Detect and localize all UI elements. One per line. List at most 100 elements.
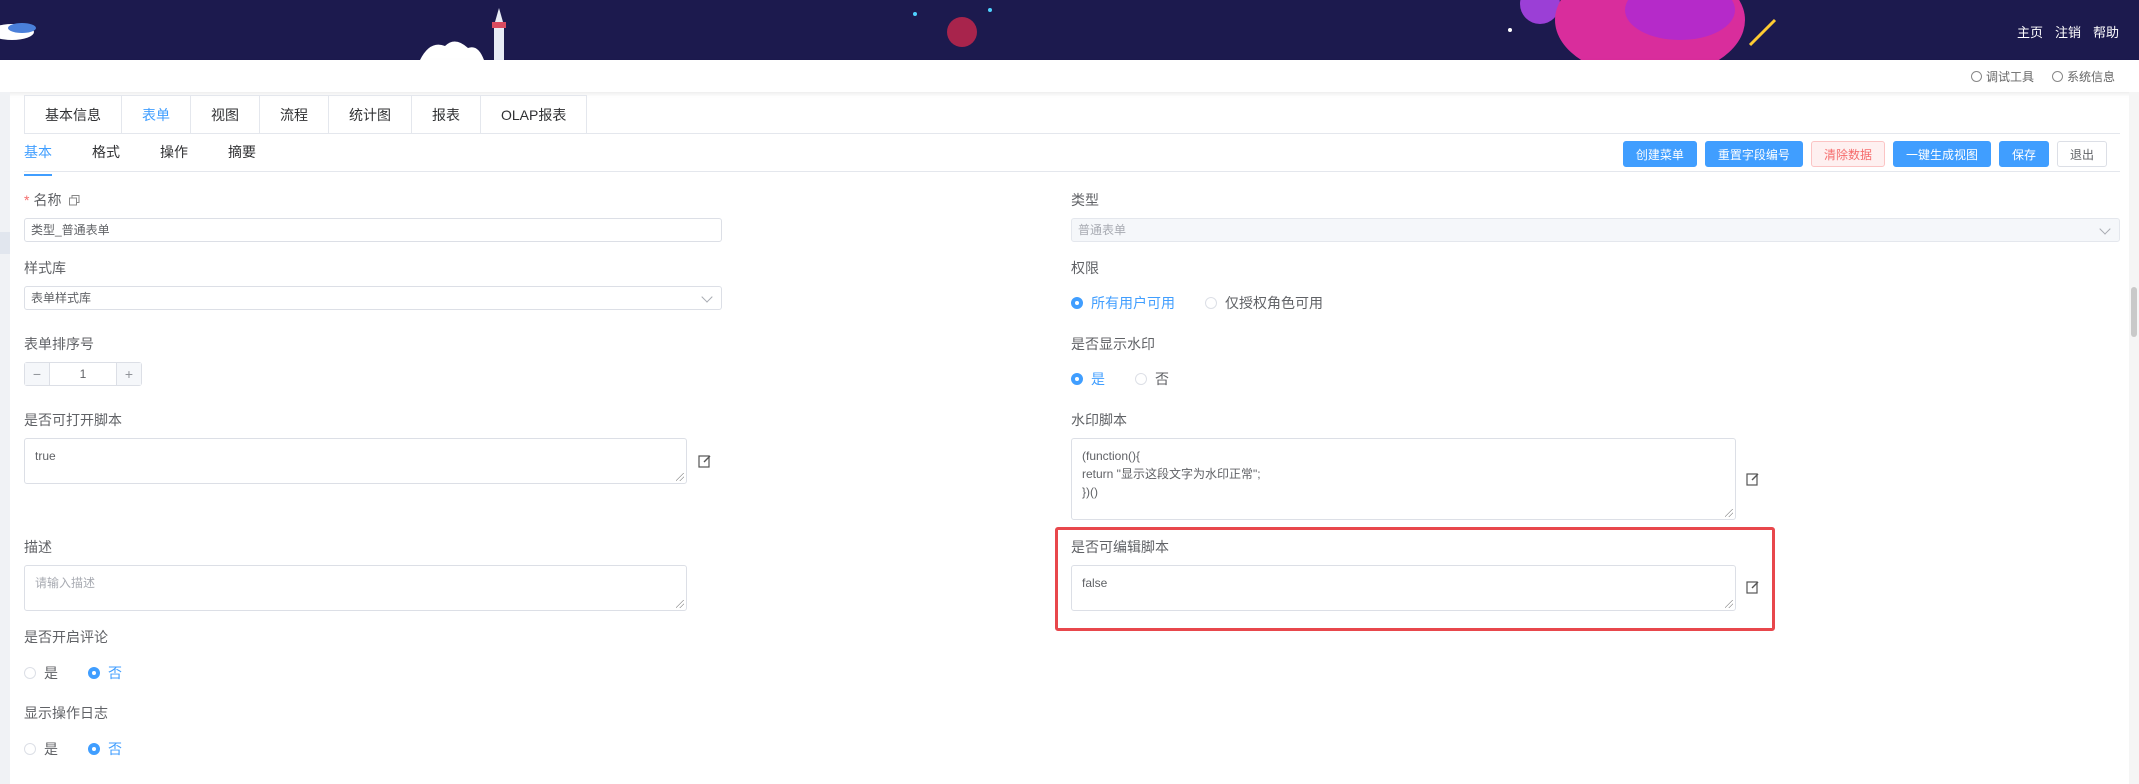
copy-icon[interactable] <box>69 195 80 206</box>
sub-tabs: 基本 格式 操作 摘要 <box>24 140 296 176</box>
op-log-no-radio[interactable]: 否 <box>88 739 122 759</box>
radio-label: 否 <box>1155 371 1169 387</box>
tab-flow[interactable]: 流程 <box>260 96 329 134</box>
watermark-script-label: 水印脚本 <box>1071 412 1127 428</box>
type-label: 类型 <box>1071 192 1099 208</box>
radio-label: 是 <box>1091 371 1105 387</box>
top-links: 主页 注销 帮助 <box>2017 22 2119 41</box>
comment-no-radio[interactable]: 否 <box>88 663 122 683</box>
radio-circle <box>24 667 36 679</box>
permission-all-users-radio[interactable]: 所有用户可用 <box>1071 293 1175 313</box>
open-script-label: 是否可打开脚本 <box>24 412 122 428</box>
subtab-summary[interactable]: 摘要 <box>228 140 256 170</box>
left-sidebar-edge <box>0 92 10 784</box>
subtab-format[interactable]: 格式 <box>92 140 120 170</box>
permission-label: 权限 <box>1071 260 1099 276</box>
gear-icon <box>2051 71 2063 82</box>
watermark-yes-radio[interactable]: 是 <box>1071 369 1105 389</box>
radio-circle <box>1071 373 1083 385</box>
description-textarea[interactable]: 请输入描述 <box>24 565 687 611</box>
tab-view[interactable]: 视图 <box>191 96 260 134</box>
type-select: 普通表单 <box>1071 218 2120 242</box>
highlight-box <box>1055 527 1775 631</box>
permission-authorized-roles-radio[interactable]: 仅授权角色可用 <box>1205 293 1323 313</box>
name-label: * 名称 <box>24 190 80 210</box>
action-bar: 创建菜单 重置字段编号 清除数据 一键生成视图 保存 退出 <box>1622 141 2107 167</box>
tab-olap-report[interactable]: OLAP报表 <box>481 96 586 134</box>
increment-button[interactable]: + <box>116 363 141 385</box>
subtab-basic[interactable]: 基本 <box>24 140 52 176</box>
permission-radio-group: 所有用户可用 仅授权角色可用 <box>1071 293 1323 313</box>
radio-circle <box>88 743 100 755</box>
debug-tool-label: 调试工具 <box>1985 70 2034 84</box>
debug-tool-button[interactable]: 调试工具 <box>1970 68 2034 85</box>
op-log-radio-group: 是 否 <box>24 739 122 759</box>
comment-yes-radio[interactable]: 是 <box>24 663 58 683</box>
logout-link[interactable]: 注销 <box>2055 22 2081 41</box>
radio-circle <box>88 667 100 679</box>
help-link[interactable]: 帮助 <box>2093 22 2119 41</box>
tab-form[interactable]: 表单 <box>122 96 191 134</box>
open-script-value: true <box>35 449 56 463</box>
watermark-radio-group: 是 否 <box>1071 369 1169 389</box>
sidebar-marker <box>0 232 10 254</box>
tool-bar: 调试工具 系统信息 <box>0 60 2139 92</box>
radio-label: 所有用户可用 <box>1091 295 1175 311</box>
radio-circle <box>1071 297 1083 309</box>
exit-button[interactable]: 退出 <box>2056 141 2107 167</box>
radio-label: 仅授权角色可用 <box>1225 295 1323 311</box>
decrement-button[interactable]: − <box>25 363 50 385</box>
chevron-down-icon <box>2099 223 2111 235</box>
name-label-text: 名称 <box>33 192 62 208</box>
watermark-script-value: (function(){ return "显示这段文字为水印正常"; })() <box>1082 449 1261 499</box>
vertical-scrollbar[interactable] <box>2129 92 2139 784</box>
style-lib-select[interactable]: 表单样式库 <box>24 286 722 310</box>
op-log-yes-radio[interactable]: 是 <box>24 739 58 759</box>
comment-radio-group: 是 否 <box>24 663 122 683</box>
chevron-down-icon <box>701 291 713 303</box>
edit-icon[interactable] <box>1746 472 1760 486</box>
radio-label: 否 <box>108 741 122 757</box>
system-info-button[interactable]: 系统信息 <box>2051 68 2115 85</box>
name-input[interactable]: 类型_普通表单 <box>24 218 722 242</box>
tab-chart[interactable]: 统计图 <box>329 96 412 134</box>
create-menu-button[interactable]: 创建菜单 <box>1622 141 1697 167</box>
resize-handle[interactable] <box>676 600 684 608</box>
radio-circle <box>1135 373 1147 385</box>
scrollbar-thumb[interactable] <box>2131 287 2137 337</box>
sort-no-stepper: − 1 + <box>24 362 142 386</box>
required-mark: * <box>24 192 30 208</box>
banner-illustration <box>0 0 1777 60</box>
type-value: 普通表单 <box>1078 223 1127 237</box>
reset-field-number-button[interactable]: 重置字段编号 <box>1704 141 1803 167</box>
resize-handle[interactable] <box>1725 509 1733 517</box>
resize-handle[interactable] <box>676 473 684 481</box>
home-link[interactable]: 主页 <box>2017 22 2043 41</box>
header-banner: 主页 注销 帮助 <box>0 0 2139 60</box>
radio-label: 否 <box>108 665 122 681</box>
style-lib-value: 表单样式库 <box>31 291 92 305</box>
watermark-no-radio[interactable]: 否 <box>1135 369 1169 389</box>
edit-icon[interactable] <box>698 454 712 468</box>
radio-label: 是 <box>44 665 58 681</box>
tab-basic-info[interactable]: 基本信息 <box>25 96 122 134</box>
tab-report[interactable]: 报表 <box>412 96 481 134</box>
watermark-show-label: 是否显示水印 <box>1071 336 1155 352</box>
open-script-textarea[interactable]: true <box>24 438 687 484</box>
radio-circle <box>24 743 36 755</box>
style-lib-label: 样式库 <box>24 260 66 276</box>
gear-icon <box>1970 71 1982 82</box>
system-info-label: 系统信息 <box>2066 70 2115 84</box>
save-button[interactable]: 保存 <box>1998 141 2049 167</box>
description-label: 描述 <box>24 539 52 555</box>
op-log-label: 显示操作日志 <box>24 705 108 721</box>
watermark-script-textarea[interactable]: (function(){ return "显示这段文字为水印正常"; })() <box>1071 438 1736 520</box>
generate-view-button[interactable]: 一键生成视图 <box>1892 141 1991 167</box>
divider <box>24 171 2120 172</box>
sort-no-value[interactable]: 1 <box>50 363 116 385</box>
radio-circle <box>1205 297 1217 309</box>
main-tabs: 基本信息 表单 视图 流程 统计图 报表 OLAP报表 <box>24 95 588 134</box>
clear-data-button[interactable]: 清除数据 <box>1810 141 1885 167</box>
subtab-operation[interactable]: 操作 <box>160 140 188 170</box>
comment-label: 是否开启评论 <box>24 629 108 645</box>
